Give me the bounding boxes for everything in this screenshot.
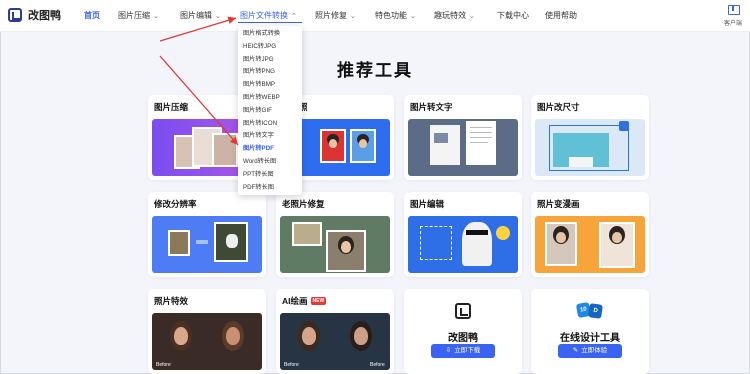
promo-card-design: 10 D 在线设计工具 ✎ 立即体验: [531, 289, 649, 374]
promo-design-title: 在线设计工具: [560, 333, 620, 344]
card-title: 老照片修复: [282, 199, 325, 209]
tool-card-photo-to-cartoon[interactable]: 照片变漫画: [531, 192, 649, 277]
client-label: 客户端: [723, 21, 742, 27]
pencil-icon: ✎: [572, 347, 579, 354]
active-menu-underline: [238, 22, 302, 23]
tool-card-resize[interactable]: 图片改尺寸: [531, 95, 649, 180]
menu-item-to-pdf[interactable]: 图片转PDF: [238, 143, 302, 156]
promo-app-title: 改图鸭: [448, 333, 478, 344]
card-title: 图片改尺寸: [537, 102, 580, 112]
chevron-up-icon: ⌃: [291, 13, 297, 20]
nav-restore-label: 照片修复: [315, 11, 347, 20]
nav-home-label: 首页: [84, 11, 100, 20]
cartoon-illustration: [535, 216, 645, 273]
before-label: Before: [284, 362, 299, 368]
tool-card-image-edit[interactable]: 图片编辑: [404, 192, 522, 277]
tool-card-image-to-text[interactable]: 图片转文字: [404, 95, 522, 180]
effects-illustration: Before: [152, 313, 262, 370]
chevron-down-icon: ⌄: [410, 13, 416, 20]
tool-card-photo-effects[interactable]: 照片特效 Before: [148, 289, 266, 374]
nav-download-label: 下载中心: [497, 11, 529, 20]
before-label: Before: [370, 362, 385, 368]
ai-illustration: Before Before: [280, 313, 390, 370]
download-now-label: 立即下载: [454, 347, 481, 354]
restore-illustration: [280, 216, 390, 273]
menu-item-to-text[interactable]: 图片转文字: [238, 130, 302, 143]
menu-item-to-jpg[interactable]: 图片转JPG: [238, 54, 302, 67]
nav-edit-label: 图片编辑: [180, 11, 212, 20]
menu-item-pdf-to-long-image[interactable]: PDF转长图: [238, 182, 302, 195]
nav-image-edit[interactable]: 图片编辑 ⌄: [180, 10, 221, 21]
promo-card-app: 改图鸭 ⇩ 立即下载: [404, 289, 522, 374]
nav-help[interactable]: 使用帮助: [545, 10, 577, 21]
resolution-illustration: [152, 216, 262, 273]
menu-item-ppt-to-long-image[interactable]: PPT转长图: [238, 169, 302, 182]
card-title: 修改分辨率: [154, 199, 197, 209]
download-now-button[interactable]: ⇩ 立即下载: [431, 344, 495, 358]
nav-file-convert[interactable]: 图片文件转换 ⌃: [240, 10, 297, 21]
nav-photo-restore[interactable]: 照片修复 ⌄: [315, 10, 356, 21]
tool-card-resolution[interactable]: 修改分辨率: [148, 192, 266, 277]
nav-fun-label: 趣玩特效: [434, 11, 466, 20]
ocr-illustration: [408, 119, 518, 176]
top-navigation-bar: 改图鸭 首页 图片压缩 ⌄ 图片编辑 ⌄ 图片文件转换 ⌃ 照片修复 ⌄ 特色功能 ⌄ 趣…: [0, 0, 750, 32]
ai-card-label: AI绘画: [282, 296, 308, 306]
new-badge: NEW: [310, 297, 327, 305]
download-icon: ⇩: [445, 347, 452, 354]
chevron-down-icon: ⌄: [153, 13, 159, 20]
brand-logo[interactable]: 改图鸭: [8, 7, 61, 23]
nav-fun-effects[interactable]: 趣玩特效 ⌄: [434, 10, 475, 21]
menu-item-word-to-long-image[interactable]: Word转长图: [238, 156, 302, 169]
design-tool-logo-icon: 10 D: [575, 301, 603, 321]
tool-card-ai-painting[interactable]: AI绘画 NEW Before Before: [276, 289, 394, 374]
edit-illustration: [408, 216, 518, 273]
card-title: AI绘画 NEW: [282, 295, 327, 307]
menu-item-to-bmp[interactable]: 图片转BMP: [238, 79, 302, 92]
menu-item-to-png[interactable]: 图片转PNG: [238, 66, 302, 79]
try-now-label: 立即体验: [581, 347, 608, 354]
file-convert-dropdown-menu: 图片格式转换 HEIC转JPG 图片转JPG 图片转PNG 图片转BMP 图片转…: [238, 26, 302, 195]
nav-convert-label: 图片文件转换: [240, 11, 288, 20]
nav-download-center[interactable]: 下载中心: [497, 10, 529, 21]
chevron-down-icon: ⌄: [215, 13, 221, 20]
nav-home[interactable]: 首页: [84, 10, 100, 21]
nav-special-features[interactable]: 特色功能 ⌄: [375, 10, 416, 21]
brand-name: 改图鸭: [28, 10, 61, 22]
before-label: Before: [156, 362, 171, 368]
chevron-down-icon: ⌄: [469, 13, 475, 20]
page-title: 推荐工具: [337, 61, 413, 80]
card-title: 照片特效: [154, 296, 189, 306]
card-title: 照片变漫画: [537, 199, 580, 209]
menu-item-to-icon[interactable]: 图片转ICON: [238, 118, 302, 131]
nav-features-label: 特色功能: [375, 11, 407, 20]
card-title: 图片转文字: [410, 102, 453, 112]
try-now-button[interactable]: ✎ 立即体验: [558, 344, 622, 358]
resize-illustration: [535, 119, 645, 176]
menu-item-heic-to-jpg[interactable]: HEIC转JPG: [238, 41, 302, 54]
menu-item-to-webp[interactable]: 图片转WEBP: [238, 92, 302, 105]
card-title: 图片压缩: [154, 102, 189, 112]
tool-card-old-photo-restore[interactable]: 老照片修复: [276, 192, 394, 277]
download-icon: [727, 4, 740, 16]
card-title: 图片编辑: [410, 199, 445, 209]
nav-compress-label: 图片压缩: [118, 11, 150, 20]
chevron-down-icon: ⌄: [350, 13, 356, 20]
nav-image-compress[interactable]: 图片压缩 ⌄: [118, 10, 159, 21]
menu-item-to-gif[interactable]: 图片转GIF: [238, 105, 302, 118]
client-download-button[interactable]: 客户端: [724, 4, 742, 27]
menu-item-format-convert[interactable]: 图片格式转换: [238, 28, 302, 41]
app-logo-icon: [455, 303, 471, 319]
logo-icon: [8, 8, 22, 22]
nav-help-label: 使用帮助: [545, 11, 577, 20]
